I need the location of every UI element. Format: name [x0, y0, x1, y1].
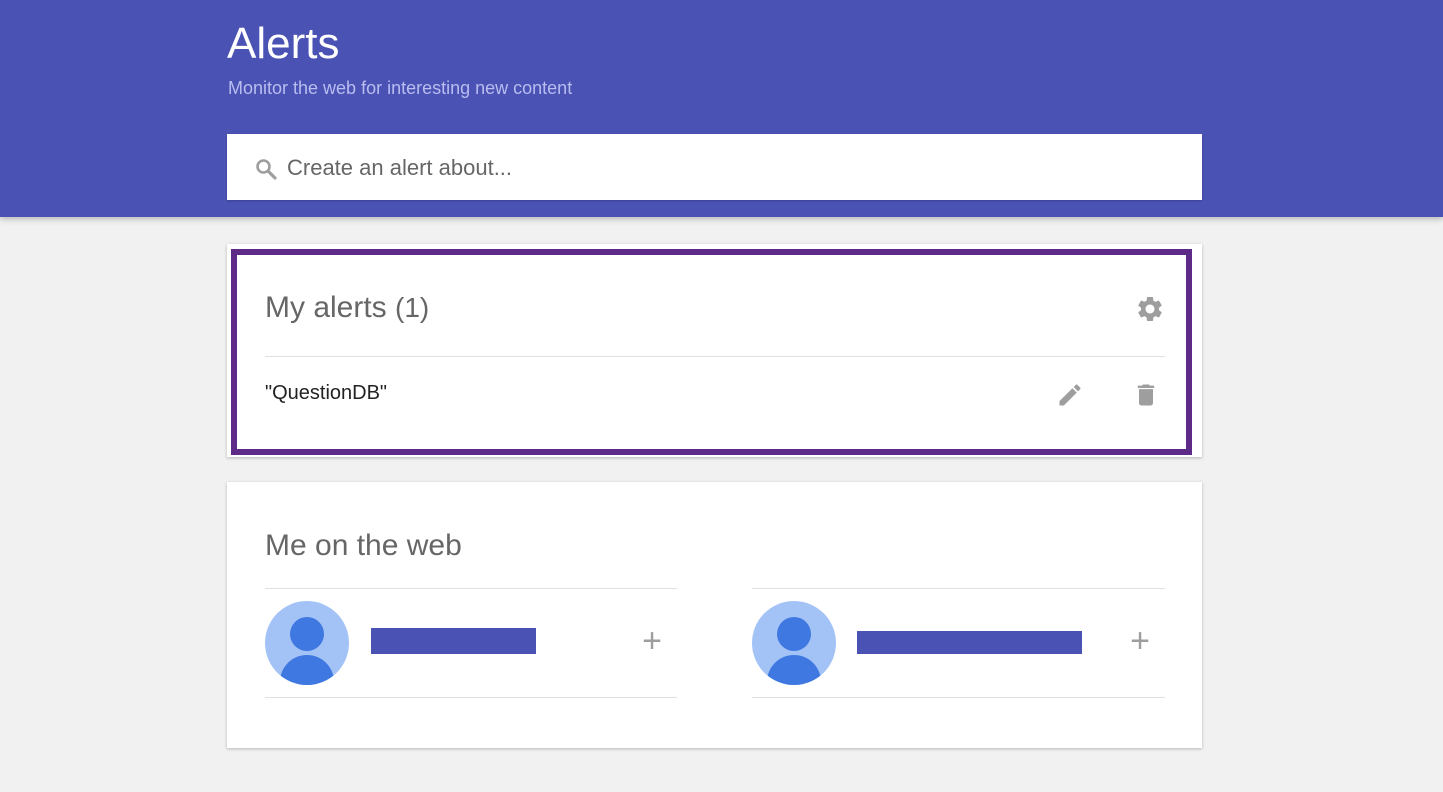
divider	[265, 356, 1165, 357]
me-on-the-web-card	[227, 482, 1202, 748]
divider	[752, 697, 1165, 698]
search-input[interactable]	[287, 150, 1167, 186]
divider	[265, 588, 677, 589]
person-icon-body	[767, 655, 821, 685]
alert-item-label[interactable]: "QuestionDB"	[265, 380, 387, 406]
my-alerts-heading: My alerts (1)	[265, 290, 429, 326]
add-icon[interactable]: +	[637, 624, 667, 658]
gear-icon	[1138, 297, 1162, 321]
avatar	[752, 601, 836, 685]
person-icon-head	[290, 617, 324, 651]
person-icon-head	[777, 617, 811, 651]
alert-settings-button[interactable]	[1135, 294, 1165, 324]
divider	[265, 697, 677, 698]
my-alerts-count: (1)	[395, 292, 430, 323]
my-alerts-title: My alerts	[265, 291, 387, 324]
pencil-icon	[1059, 384, 1081, 406]
avatar	[265, 601, 349, 685]
redacted-name	[371, 628, 536, 654]
redacted-name	[857, 631, 1082, 654]
edit-alert-button[interactable]	[1055, 380, 1085, 410]
search-icon	[256, 159, 277, 180]
trash-icon	[1137, 384, 1155, 406]
person-icon-body	[280, 655, 334, 685]
me-on-the-web-title: Me on the web	[265, 529, 462, 562]
my-alerts-card	[227, 244, 1202, 457]
page-title: Alerts	[227, 19, 340, 68]
page-subtitle: Monitor the web for interesting new cont…	[228, 78, 573, 98]
add-icon[interactable]: +	[1125, 624, 1155, 658]
delete-alert-button[interactable]	[1131, 380, 1161, 410]
divider	[752, 588, 1165, 589]
